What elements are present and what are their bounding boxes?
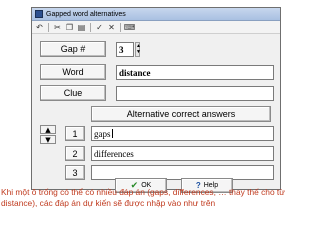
clue-label: Clue xyxy=(40,85,106,101)
alternative-value-2: differences xyxy=(94,148,134,159)
alternative-value-1: gaps xyxy=(94,128,111,139)
caption-text: Khi một ô trống có thể có nhiều đáp án (… xyxy=(1,187,285,208)
gap-number-value: 3 xyxy=(119,44,124,55)
text-caret xyxy=(111,129,113,138)
alternatives-header-text: Alternative correct answers xyxy=(126,109,236,119)
word-label: Word xyxy=(40,64,106,80)
toolbar-separator xyxy=(90,22,91,32)
clue-field[interactable] xyxy=(116,86,274,101)
alternatives-header: Alternative correct answers xyxy=(91,106,271,122)
word-label-text: Word xyxy=(62,67,84,77)
toolbar-separator xyxy=(120,22,121,32)
keyboard-icon[interactable]: ⌨ xyxy=(124,23,136,32)
alternative-number-1-text: 1 xyxy=(72,128,78,139)
alternative-number-3-text: 3 xyxy=(72,167,78,178)
word-field[interactable]: distance xyxy=(116,65,274,80)
gapped-word-alternatives-dialog: Gapped word alternatives ↶ ✂ ❐ ▤ ✓ ✕ ⌨ G… xyxy=(31,7,281,193)
clear-icon[interactable]: ✕ xyxy=(107,23,116,32)
alternative-field-2[interactable]: differences xyxy=(91,146,274,161)
copy-icon[interactable]: ❐ xyxy=(65,23,74,32)
gap-number-label-text: Gap # xyxy=(60,44,86,54)
window-title: Gapped word alternatives xyxy=(46,10,126,18)
alternative-field-1[interactable]: gaps xyxy=(91,126,274,141)
clue-label-text: Clue xyxy=(63,88,83,98)
alternative-number-2[interactable]: 2 xyxy=(65,146,85,161)
move-up-button[interactable]: ▲ xyxy=(40,125,56,134)
gap-number-label: Gap # xyxy=(40,41,106,57)
alternative-number-1[interactable]: 1 xyxy=(65,126,85,141)
gap-number-spinner[interactable]: ▲ ▼ xyxy=(135,42,141,57)
app-icon xyxy=(35,10,43,18)
toolbar: ↶ ✂ ❐ ▤ ✓ ✕ ⌨ xyxy=(32,21,280,34)
paste-icon[interactable]: ▤ xyxy=(77,23,86,32)
alternative-number-3[interactable]: 3 xyxy=(65,165,85,180)
alternative-number-2-text: 2 xyxy=(72,148,78,159)
check-icon[interactable]: ✓ xyxy=(95,23,104,32)
move-down-button[interactable]: ▼ xyxy=(40,135,56,144)
word-value: distance xyxy=(119,67,151,78)
gap-number-field[interactable]: 3 xyxy=(116,42,134,57)
cut-icon[interactable]: ✂ xyxy=(53,23,62,32)
toolbar-separator xyxy=(48,22,49,32)
undo-icon[interactable]: ↶ xyxy=(35,23,44,32)
title-bar: Gapped word alternatives xyxy=(32,8,280,21)
